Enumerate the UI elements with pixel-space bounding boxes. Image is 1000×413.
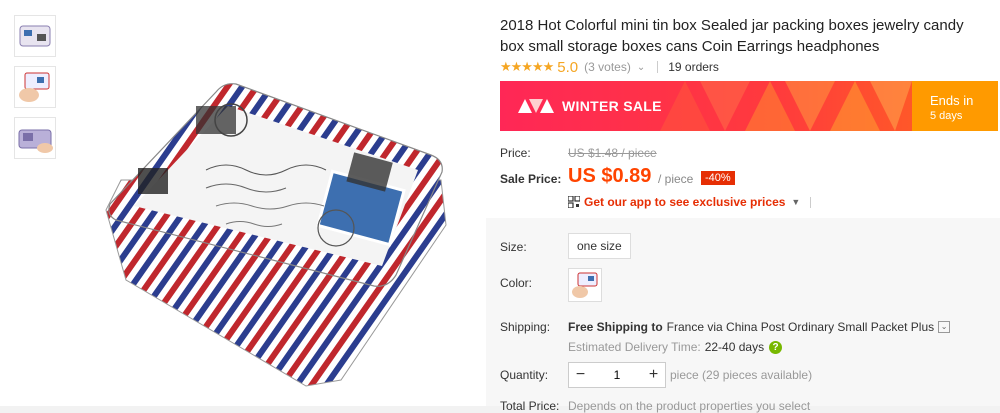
minus-icon[interactable]: − <box>569 366 592 384</box>
thumbnail-3[interactable] <box>14 117 56 159</box>
thumbnail-2[interactable] <box>14 66 56 108</box>
main-product-image <box>105 83 447 387</box>
size-label: Size: <box>500 240 527 254</box>
thumbnail-purple-tin-image <box>15 118 55 158</box>
delivery-estimate: Estimated Delivery Time: 22-40 days ? <box>568 340 783 354</box>
chevron-down-icon[interactable]: ⌄ <box>938 321 951 333</box>
thumbnail-hand-image <box>15 67 55 107</box>
size-option-one-size[interactable]: one size <box>568 233 631 259</box>
options-content: Size: one size Color: Shipping: Free Shi… <box>486 0 1000 413</box>
help-icon[interactable]: ? <box>769 340 783 354</box>
shipping-method[interactable]: Free Shipping to France via China Post O… <box>568 320 951 334</box>
color-option[interactable] <box>568 268 602 302</box>
shipping-destination: France via China Post Ordinary Small Pac… <box>666 320 935 334</box>
thumbnail-tin-image <box>15 16 55 56</box>
color-label: Color: <box>500 276 533 290</box>
thumbnail-1[interactable] <box>14 15 56 57</box>
total-price-label: Total Price: <box>500 399 560 413</box>
quantity-label: Quantity: <box>500 368 549 382</box>
free-shipping-text: Free Shipping to <box>568 320 663 334</box>
shipping-label: Shipping: <box>500 320 551 334</box>
delivery-days: 22-40 days <box>704 340 765 354</box>
quantity-stepper: − + <box>568 362 666 388</box>
color-swatch-image <box>569 269 601 301</box>
quantity-available: piece (29 pieces available) <box>670 368 813 382</box>
total-price-note: Depends on the product properties you se… <box>568 399 811 413</box>
quantity-input[interactable] <box>592 367 642 383</box>
plus-icon[interactable]: + <box>642 366 665 384</box>
delivery-label: Estimated Delivery Time: <box>568 340 701 354</box>
image-gallery <box>0 0 486 406</box>
